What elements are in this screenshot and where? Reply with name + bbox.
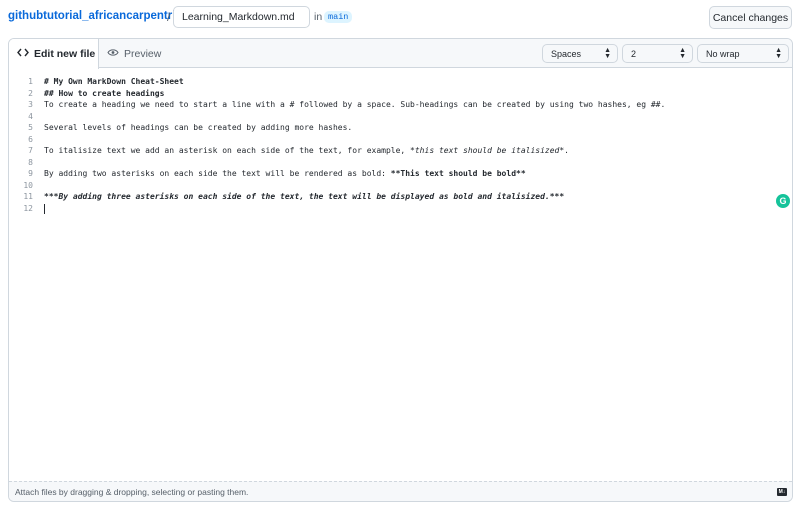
file-path-bar: githubtutorial_africancarpentries / in m… <box>0 0 800 36</box>
select-caret-icon: ▲ ▼ <box>604 47 611 60</box>
code-line[interactable]: 4 <box>9 111 792 122</box>
eye-icon <box>107 48 119 60</box>
repo-link[interactable]: githubtutorial_africancarpentries <box>8 10 188 22</box>
code-line[interactable]: 12 <box>9 203 792 214</box>
line-number: 3 <box>28 100 33 109</box>
line-text: By adding two asterisks on each side the… <box>44 168 526 179</box>
line-text: Several levels of headings can be create… <box>44 122 352 133</box>
indent-mode-select[interactable]: Spaces ▲ ▼ <box>542 44 618 63</box>
select-caret-icon: ▲ ▼ <box>679 47 686 60</box>
line-number: 12 <box>23 203 33 213</box>
line-number: 7 <box>28 146 33 155</box>
line-number: 2 <box>28 88 33 98</box>
tab-preview-label: Preview <box>124 47 162 60</box>
line-number: 1 <box>28 77 33 86</box>
text-segment: **This text should be bold** <box>390 169 526 178</box>
text-segment: Several levels of headings can be create… <box>44 123 353 132</box>
indent-size-value: 2 <box>631 48 637 59</box>
code-line[interactable]: 5 Several levels of headings can be creat… <box>9 122 792 133</box>
line-number: 8 <box>28 157 33 167</box>
line-number: 11 <box>23 192 33 201</box>
code-line[interactable]: 9 By adding two asterisks on each side th… <box>9 168 792 179</box>
file-editor: Edit new file Preview Spaces ▲ ▼ 2 ▲ ▼ No … <box>8 38 793 502</box>
attach-files-text: Attach files by dragging & dropping, sel… <box>15 487 249 497</box>
line-text: ***By adding three asterisks on each sid… <box>44 191 564 202</box>
text-segment: *this text should be italisized* <box>410 146 565 155</box>
cancel-changes-button[interactable]: Cancel changes <box>709 6 792 29</box>
attach-files-bar[interactable]: Attach files by dragging & dropping, sel… <box>9 481 792 501</box>
text-segment: # My Own MarkDown Cheat-Sheet <box>44 77 184 86</box>
code-line[interactable]: 11 ***By adding three asterisks on each s… <box>9 191 792 202</box>
line-number: 9 <box>28 169 33 178</box>
line-text: To create a heading we need to start a l… <box>44 99 665 110</box>
wrap-mode-value: No wrap <box>706 48 740 59</box>
editor-tabbar: Edit new file Preview Spaces ▲ ▼ 2 ▲ ▼ No … <box>9 39 792 69</box>
text-segment: ## How to create headings <box>44 88 165 98</box>
line-number: 10 <box>23 180 33 190</box>
code-line[interactable]: 8 <box>9 157 792 168</box>
select-caret-icon: ▲ ▼ <box>775 47 782 60</box>
code-line[interactable]: 7 To italisize text we add an asterisk on… <box>9 145 792 156</box>
wrap-mode-select[interactable]: No wrap ▲ ▼ <box>697 44 789 63</box>
grammarly-icon[interactable]: G <box>776 194 790 208</box>
indent-mode-value: Spaces <box>551 48 582 59</box>
branch-badge[interactable]: main <box>324 11 353 23</box>
line-text: # My Own MarkDown Cheat-Sheet <box>44 76 184 87</box>
tab-preview[interactable]: Preview <box>107 39 161 68</box>
line-number: 5 <box>28 123 33 132</box>
code-line[interactable]: 1 # My Own MarkDown Cheat-Sheet <box>9 76 792 87</box>
filename-input[interactable] <box>173 6 310 28</box>
code-line[interactable]: 2 ## How to create headings <box>9 88 792 99</box>
line-number: 6 <box>28 134 33 144</box>
code-editor[interactable]: 1 # My Own MarkDown Cheat-Sheet 2 ## How to… <box>9 69 792 481</box>
text-segment: ***By adding three asterisks on each sid… <box>44 192 565 201</box>
text-segment: To italisize text we add an asterisk on … <box>44 146 411 155</box>
code-line[interactable]: 3 To create a heading we need to start a … <box>9 99 792 110</box>
code-icon <box>17 48 29 60</box>
tab-edit[interactable]: Edit new file <box>9 39 99 69</box>
line-text: ## How to create headings <box>44 88 164 99</box>
text-segment: To create a heading we need to start a l… <box>44 100 666 109</box>
line-text: To italisize text we add an asterisk on … <box>44 145 569 156</box>
text-segment: . <box>564 146 569 155</box>
markdown-icon[interactable]: M↓ <box>777 488 787 496</box>
tab-edit-label: Edit new file <box>34 48 96 60</box>
indent-size-select[interactable]: 2 ▲ ▼ <box>622 44 693 63</box>
path-separator: / <box>167 10 171 24</box>
in-label: in <box>314 11 323 23</box>
code-line[interactable]: 6 <box>9 134 792 145</box>
code-line[interactable]: 10 <box>9 180 792 191</box>
text-cursor <box>44 203 45 214</box>
text-segment: By adding two asterisks on each side the… <box>44 169 391 178</box>
line-number: 4 <box>28 111 33 121</box>
